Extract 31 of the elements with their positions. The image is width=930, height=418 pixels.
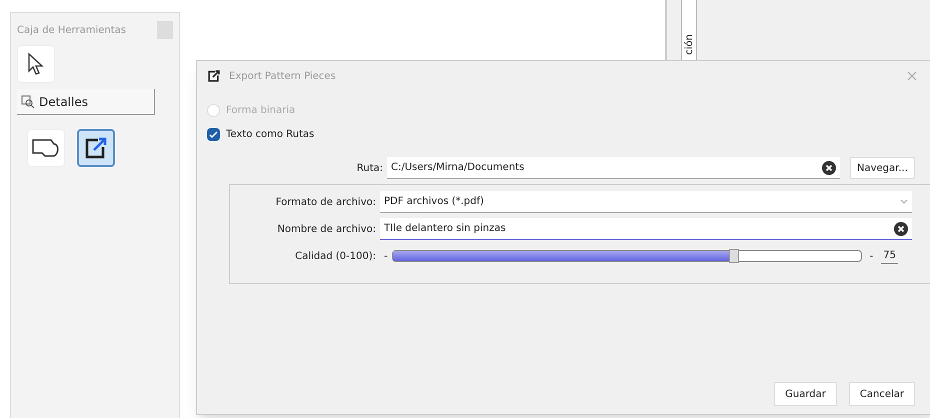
field-label: Calidad (0-100): [294,250,377,264]
filename-field[interactable]: TIle delantero sin pinzas [380,218,912,240]
slider-handle[interactable] [729,249,740,263]
field-label: Formato de archivo: [274,196,377,210]
checkbox[interactable] [207,128,220,140]
quality-value[interactable]: 75 [881,248,898,264]
format-dropdown[interactable]: PDF archivos (*.pdf) [380,191,912,213]
field-label: Ruta: [356,162,384,176]
increase-label: - [868,250,874,264]
pattern-piece-icon [31,137,61,159]
clear-icon[interactable] [822,160,836,174]
tool-button[interactable] [77,129,115,167]
browse-button[interactable]: Navegar... [850,157,915,179]
chevron-down-icon [900,199,908,204]
export-icon [84,137,108,159]
panel-title: Caja de Herramientas [17,24,126,38]
field-label: Nombre de archivo: [276,222,377,236]
dialog-button[interactable]: Guardar [774,382,837,406]
path-field[interactable]: C:/Users/Mirna/Documents [387,157,840,179]
vertical-tab[interactable]: ción [681,0,697,60]
details-icon [21,94,35,108]
export-icon [207,70,221,82]
clear-icon[interactable] [894,222,908,236]
pointer-icon [26,52,46,76]
option-label: Forma binaria [226,104,296,118]
dialog-button[interactable]: Cancelar [848,382,915,406]
quality-slider[interactable] [392,250,862,262]
dialog-title: Export Pattern Pieces [229,70,336,84]
section-tab[interactable]: Detalles [17,89,155,115]
option-label: Texto como Rutas [226,128,314,142]
decrease-label: - [383,250,389,264]
